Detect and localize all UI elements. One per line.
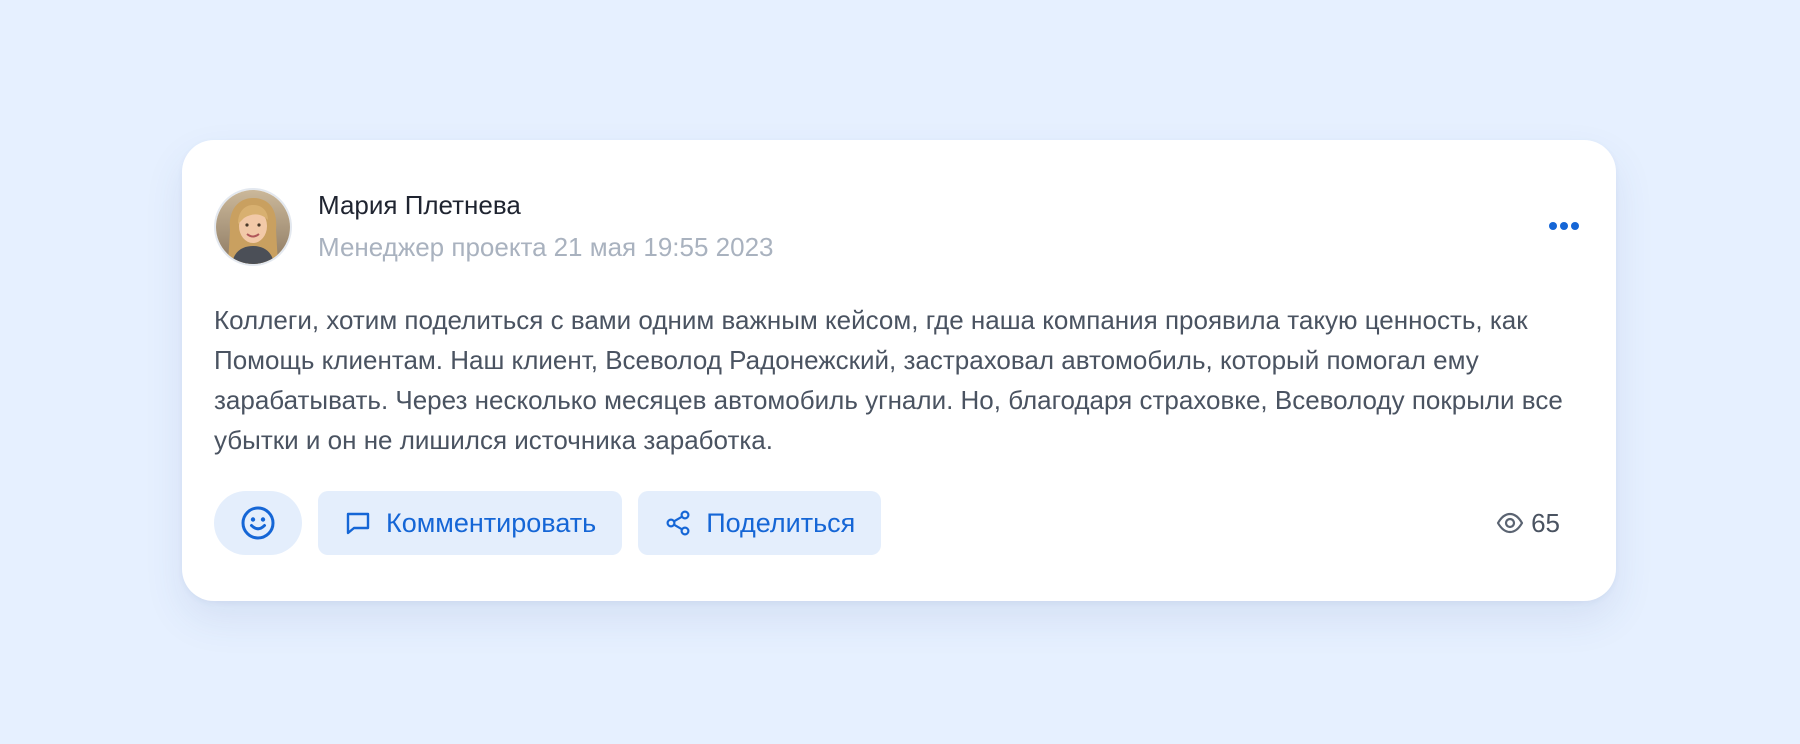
views-counter: 65: [1496, 507, 1560, 539]
author-name[interactable]: Мария Плетнева: [318, 190, 521, 221]
comment-icon: [344, 509, 372, 537]
share-icon: [664, 509, 692, 537]
post-date: 21 мая 19:55 2023: [553, 232, 774, 262]
post-card: Мария Плетнева Менеджер проекта 21 мая 19…: [182, 140, 1616, 601]
reaction-button[interactable]: [214, 491, 302, 555]
eye-icon: [1496, 509, 1524, 537]
avatar[interactable]: [214, 188, 292, 266]
post-meta: Менеджер проекта 21 мая 19:55 2023: [318, 232, 774, 263]
more-horizontal-icon: [1548, 222, 1581, 230]
comment-button-label: Комментировать: [386, 507, 597, 538]
smile-icon: [241, 506, 275, 540]
comment-button[interactable]: Комментировать: [318, 491, 623, 555]
author-role: Менеджер проекта: [318, 232, 547, 262]
post-text: Коллеги, хотим поделиться с вами одним в…: [214, 305, 1563, 455]
share-button[interactable]: Поделиться: [638, 491, 882, 555]
user-photo: [216, 190, 290, 264]
share-button-label: Поделиться: [706, 507, 856, 538]
more-options-button[interactable]: [1544, 212, 1584, 240]
views-count: 65: [1531, 507, 1560, 538]
post-actions: Комментировать Поделиться: [214, 491, 897, 555]
